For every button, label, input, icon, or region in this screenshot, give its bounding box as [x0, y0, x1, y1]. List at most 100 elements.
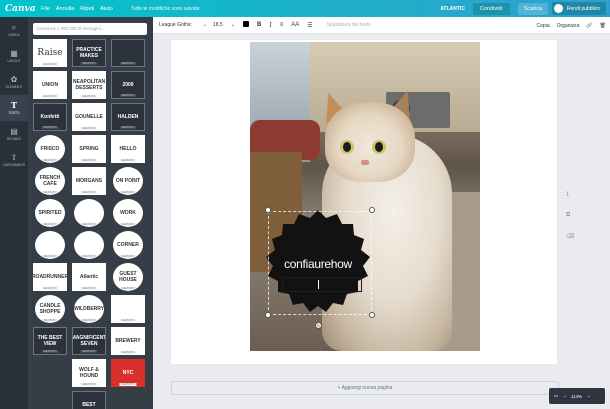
rail-item-background[interactable]: ▤ SFONDO: [0, 121, 28, 147]
resize-handle[interactable]: [265, 207, 271, 213]
menu-undo[interactable]: Annulla: [56, 6, 74, 12]
text-template-thumb[interactable]: BREWERY GRATUITO: [111, 327, 145, 355]
text-template-thumb[interactable]: WILDBERRY GRATUITO: [74, 295, 104, 323]
rotate-handle-icon[interactable]: ↻: [315, 322, 322, 329]
list-icon[interactable]: ☰: [307, 22, 312, 29]
download-button[interactable]: Scarica: [517, 2, 548, 15]
text-template-thumb[interactable]: CANDLE SHOPPE GRATUITO: [35, 295, 65, 323]
template-label: HELLO: [119, 146, 137, 152]
resize-handle[interactable]: [265, 312, 271, 318]
align-icon[interactable]: ≡: [280, 22, 284, 28]
text-template-thumb[interactable]: NYC GRATUITO: [111, 359, 145, 387]
template-label: GUEST HOUSE: [119, 271, 137, 283]
text-template-thumb[interactable]: SPIRITED GRATUITO: [35, 199, 65, 227]
text-template-thumb[interactable]: GUEST HOUSE GRATUITO: [113, 263, 143, 291]
zoom-value[interactable]: 114%: [571, 394, 582, 399]
template-label: MAGNIFICENT SEVEN: [72, 335, 106, 347]
text-template-thumb[interactable]: WOLF & HOUND GRATUITO: [72, 359, 106, 387]
template-label: CORNER: [117, 242, 139, 248]
rail-item-layout[interactable]: ▦ LAYOUT: [0, 43, 28, 69]
menu-file[interactable]: File: [41, 6, 50, 12]
free-tag: GRATUITO: [41, 95, 59, 98]
link-icon[interactable]: 🔗: [586, 23, 592, 29]
font-selector[interactable]: League Gothic ⌄: [159, 22, 207, 28]
text-template-thumb[interactable]: GRATUITO: [111, 39, 145, 67]
template-label: MORGANS: [75, 178, 103, 184]
rail-item-text[interactable]: T TESTO: [0, 95, 28, 121]
toggle-knob: [553, 4, 563, 13]
free-tag: GRATUITO: [119, 191, 137, 194]
copy-button[interactable]: Copia: [537, 23, 550, 29]
text-color-button[interactable]: [243, 21, 249, 29]
rail-label: TESTO: [8, 111, 20, 115]
text-template-thumb[interactable]: PRACTICE MAKES GRATUITO: [72, 39, 106, 67]
template-label: ROADRUNNER: [33, 274, 67, 280]
font-size-selector[interactable]: 18,5 ⌄: [213, 22, 235, 28]
zoom-chevron-icon[interactable]: ⌄: [587, 393, 591, 399]
text-template-thumb[interactable]: ROADRUNNER GRATUITO: [33, 263, 67, 291]
text-template-thumb[interactable]: CORNER GRATUITO: [113, 231, 143, 259]
text-template-thumb[interactable]: SPRING GRATUITO: [72, 135, 106, 163]
zoom-out-icon[interactable]: −: [563, 394, 566, 399]
text-template-thumb[interactable]: GOUNELLE GRATUITO: [72, 103, 106, 131]
photo-cat-nose: [361, 160, 369, 165]
text-template-thumb[interactable]: BESTGRATUITO: [72, 391, 106, 409]
menu-help[interactable]: Aiuto: [100, 6, 113, 12]
template-label: BREWERY: [115, 338, 141, 344]
free-tag: GRATUITO: [80, 287, 98, 290]
upload-icon: ⇪: [10, 153, 18, 162]
delete-page-icon[interactable]: ⌫: [566, 233, 574, 240]
text-template-thumb[interactable]: MORGANS GRATUITO: [72, 167, 106, 195]
add-page-button[interactable]: + Aggiungi nuova pagina: [171, 381, 559, 395]
arrange-button[interactable]: Organizza: [557, 23, 580, 29]
text-template-thumb[interactable]: Raise GRATUITO: [33, 39, 67, 67]
text-template-thumb[interactable]: FRENCH CAFE GRATUITO: [35, 167, 65, 195]
text-spacing-button[interactable]: Spaziatura del testo: [327, 22, 371, 28]
rail-item-search[interactable]: ⌕ CERCA: [0, 17, 28, 43]
text-template-thumb[interactable]: GRATUITO: [74, 199, 104, 227]
canva-logo[interactable]: Canva: [5, 4, 36, 14]
resize-handle[interactable]: [369, 312, 375, 318]
template-label: WOLF & HOUND: [79, 367, 99, 379]
resize-handle[interactable]: [369, 207, 375, 213]
template-column-1: Raise GRATUITO UNION GRATUITO Konfetti GRATUI…: [33, 39, 69, 359]
template-label: PRACTICE MAKES: [76, 47, 102, 59]
case-button[interactable]: AA: [291, 22, 299, 28]
free-tag: GRATUITO: [119, 94, 137, 97]
text-input-box[interactable]: [282, 277, 362, 292]
selection-box: [268, 211, 372, 315]
make-public-button[interactable]: Rendi pubblico: [551, 2, 606, 15]
text-template-thumb[interactable]: GRATUITO: [111, 295, 145, 323]
text-template-thumb[interactable]: HALDEN GRATUITO: [111, 103, 145, 131]
text-template-thumb[interactable]: WORK GRATUITO: [113, 199, 143, 227]
text-template-thumb[interactable]: HELLO GRATUITO: [111, 135, 145, 163]
free-tag: GRATUITO: [80, 319, 98, 322]
text-template-thumb[interactable]: Atlantic GRATUITO: [72, 263, 106, 291]
trash-icon[interactable]: 🗑: [600, 23, 606, 29]
text-template-thumb[interactable]: THE BEST VIEW GRATUITO: [33, 327, 67, 355]
text-template-thumb[interactable]: FRISCO GRATUITO: [35, 135, 65, 163]
presentation-icon[interactable]: ▭: [554, 393, 558, 399]
text-template-thumb[interactable]: ON POINT GRATUITO: [113, 167, 143, 195]
rail-item-uploads[interactable]: ⇪ CARICAMENTI: [0, 147, 28, 173]
free-tag: GRATUITO: [119, 383, 137, 386]
color-swatch-icon: [243, 21, 249, 27]
italic-button[interactable]: I: [269, 22, 271, 29]
menu-redo[interactable]: Ripeti: [80, 6, 94, 12]
text-template-thumb[interactable]: 2009 GRATUITO: [111, 71, 145, 99]
search-input[interactable]: Cerca tra 1.000.000 di immagini...: [33, 23, 147, 35]
layout-icon: ▦: [10, 49, 18, 58]
text-template-thumb[interactable]: GRATUITO: [74, 231, 104, 259]
text-template-thumb[interactable]: UNION GRATUITO: [33, 71, 67, 99]
text-template-thumb[interactable]: MAGNIFICENT SEVEN GRATUITO: [72, 327, 106, 355]
text-template-thumb[interactable]: GRATUITO: [35, 231, 65, 259]
text-template-thumb[interactable]: Konfetti GRATUITO: [33, 103, 67, 131]
template-label: SPRING: [79, 146, 99, 152]
free-tag: GRATUITO: [41, 255, 59, 258]
text-template-thumb[interactable]: NEAPOLITAN DESSERTS GRATUITO: [72, 71, 106, 99]
free-tag: GRATUITO: [80, 127, 98, 130]
duplicate-page-icon[interactable]: ⧉: [566, 212, 574, 219]
bold-button[interactable]: B: [257, 22, 261, 28]
share-button[interactable]: Condividi: [472, 2, 510, 15]
rail-item-elements[interactable]: ✿ ELEMENTI: [0, 69, 28, 95]
